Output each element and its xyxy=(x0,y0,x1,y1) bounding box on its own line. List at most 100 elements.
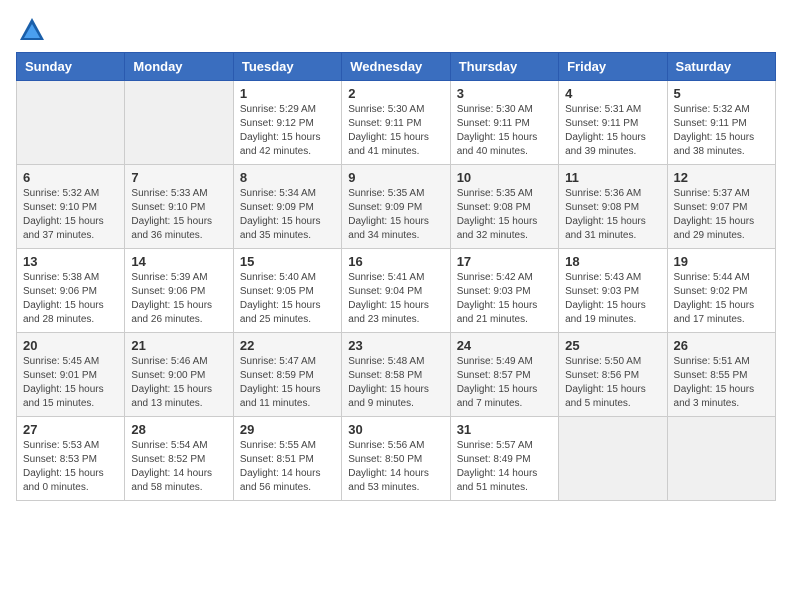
day-number: 31 xyxy=(457,422,552,437)
day-info: Sunrise: 5:33 AM Sunset: 9:10 PM Dayligh… xyxy=(131,187,226,243)
day-number: 17 xyxy=(457,254,552,269)
day-number: 26 xyxy=(674,338,769,353)
day-info: Sunrise: 5:32 AM Sunset: 9:11 PM Dayligh… xyxy=(674,103,769,159)
calendar-cell: 5 Sunrise: 5:32 AM Sunset: 9:11 PM Daylig… xyxy=(667,81,775,165)
day-number: 13 xyxy=(23,254,118,269)
calendar-cell: 31 Sunrise: 5:57 AM Sunset: 8:49 PM Dayli… xyxy=(450,417,558,501)
day-number: 4 xyxy=(565,86,660,101)
calendar-cell: 27Sunrise: 5:53 AM Sunset: 8:53 PM Dayli… xyxy=(17,417,125,501)
day-info: Sunrise: 5:30 AM Sunset: 9:11 PM Dayligh… xyxy=(457,103,552,159)
calendar-cell: 12 Sunrise: 5:37 AM Sunset: 9:07 PM Dayli… xyxy=(667,165,775,249)
day-header-saturday: Saturday xyxy=(667,53,775,81)
day-info: Sunrise: 5:41 AM Sunset: 9:04 PM Dayligh… xyxy=(348,271,443,327)
calendar-cell: 8Sunrise: 5:34 AM Sunset: 9:09 PM Daylig… xyxy=(233,165,341,249)
calendar-cell: 22 Sunrise: 5:47 AM Sunset: 8:59 PM Dayli… xyxy=(233,333,341,417)
calendar-week-2: 6 Sunrise: 5:32 AM Sunset: 9:10 PM Daylig… xyxy=(17,165,776,249)
calendar-cell xyxy=(559,417,667,501)
day-info: Sunrise: 5:40 AM Sunset: 9:05 PM Dayligh… xyxy=(240,271,335,327)
page-header xyxy=(16,16,776,44)
day-number: 24 xyxy=(457,338,552,353)
day-number: 12 xyxy=(674,170,769,185)
calendar-cell xyxy=(667,417,775,501)
day-info: Sunrise: 5:35 AM Sunset: 9:08 PM Dayligh… xyxy=(457,187,552,243)
day-info: Sunrise: 5:30 AM Sunset: 9:11 PM Dayligh… xyxy=(348,103,443,159)
calendar-cell: 28Sunrise: 5:54 AM Sunset: 8:52 PM Dayli… xyxy=(125,417,233,501)
calendar-cell: 4 Sunrise: 5:31 AM Sunset: 9:11 PM Daylig… xyxy=(559,81,667,165)
day-number: 23 xyxy=(348,338,443,353)
day-info: Sunrise: 5:29 AM Sunset: 9:12 PM Dayligh… xyxy=(240,103,335,159)
calendar-cell: 16 Sunrise: 5:41 AM Sunset: 9:04 PM Dayli… xyxy=(342,249,450,333)
day-header-tuesday: Tuesday xyxy=(233,53,341,81)
day-info: Sunrise: 5:57 AM Sunset: 8:49 PM Dayligh… xyxy=(457,439,552,495)
day-info: Sunrise: 5:47 AM Sunset: 8:59 PM Dayligh… xyxy=(240,355,335,411)
day-header-thursday: Thursday xyxy=(450,53,558,81)
day-info: Sunrise: 5:39 AM Sunset: 9:06 PM Dayligh… xyxy=(131,271,226,327)
calendar-header-row: SundayMondayTuesdayWednesdayThursdayFrid… xyxy=(17,53,776,81)
day-number: 1 xyxy=(240,86,335,101)
day-info: Sunrise: 5:37 AM Sunset: 9:07 PM Dayligh… xyxy=(674,187,769,243)
day-number: 2 xyxy=(348,86,443,101)
day-number: 15 xyxy=(240,254,335,269)
calendar-cell: 19 Sunrise: 5:44 AM Sunset: 9:02 PM Dayli… xyxy=(667,249,775,333)
calendar-cell: 18 Sunrise: 5:43 AM Sunset: 9:03 PM Dayli… xyxy=(559,249,667,333)
day-number: 5 xyxy=(674,86,769,101)
day-info: Sunrise: 5:35 AM Sunset: 9:09 PM Dayligh… xyxy=(348,187,443,243)
day-number: 30 xyxy=(348,422,443,437)
day-info: Sunrise: 5:44 AM Sunset: 9:02 PM Dayligh… xyxy=(674,271,769,327)
calendar-cell: 6 Sunrise: 5:32 AM Sunset: 9:10 PM Daylig… xyxy=(17,165,125,249)
day-info: Sunrise: 5:32 AM Sunset: 9:10 PM Dayligh… xyxy=(23,187,118,243)
calendar-week-1: 1 Sunrise: 5:29 AM Sunset: 9:12 PM Daylig… xyxy=(17,81,776,165)
day-info: Sunrise: 5:43 AM Sunset: 9:03 PM Dayligh… xyxy=(565,271,660,327)
day-number: 16 xyxy=(348,254,443,269)
calendar-cell: 15 Sunrise: 5:40 AM Sunset: 9:05 PM Dayli… xyxy=(233,249,341,333)
calendar-cell: 3 Sunrise: 5:30 AM Sunset: 9:11 PM Daylig… xyxy=(450,81,558,165)
calendar-cell xyxy=(125,81,233,165)
calendar-cell: 14 Sunrise: 5:39 AM Sunset: 9:06 PM Dayli… xyxy=(125,249,233,333)
day-number: 10 xyxy=(457,170,552,185)
calendar-cell: 1 Sunrise: 5:29 AM Sunset: 9:12 PM Daylig… xyxy=(233,81,341,165)
calendar-cell: 17 Sunrise: 5:42 AM Sunset: 9:03 PM Dayli… xyxy=(450,249,558,333)
day-number: 14 xyxy=(131,254,226,269)
day-info: Sunrise: 5:42 AM Sunset: 9:03 PM Dayligh… xyxy=(457,271,552,327)
calendar-cell: 2 Sunrise: 5:30 AM Sunset: 9:11 PM Daylig… xyxy=(342,81,450,165)
day-number: 18 xyxy=(565,254,660,269)
day-info: Sunrise: 5:53 AM Sunset: 8:53 PM Dayligh… xyxy=(23,439,118,495)
logo-icon xyxy=(18,16,46,44)
day-info: Sunrise: 5:50 AM Sunset: 8:56 PM Dayligh… xyxy=(565,355,660,411)
calendar-week-4: 20Sunrise: 5:45 AM Sunset: 9:01 PM Dayli… xyxy=(17,333,776,417)
day-info: Sunrise: 5:46 AM Sunset: 9:00 PM Dayligh… xyxy=(131,355,226,411)
day-number: 20 xyxy=(23,338,118,353)
day-info: Sunrise: 5:38 AM Sunset: 9:06 PM Dayligh… xyxy=(23,271,118,327)
day-info: Sunrise: 5:51 AM Sunset: 8:55 PM Dayligh… xyxy=(674,355,769,411)
day-number: 25 xyxy=(565,338,660,353)
day-info: Sunrise: 5:55 AM Sunset: 8:51 PM Dayligh… xyxy=(240,439,335,495)
day-number: 7 xyxy=(131,170,226,185)
day-number: 3 xyxy=(457,86,552,101)
day-info: Sunrise: 5:48 AM Sunset: 8:58 PM Dayligh… xyxy=(348,355,443,411)
day-number: 11 xyxy=(565,170,660,185)
day-number: 6 xyxy=(23,170,118,185)
logo xyxy=(16,16,46,44)
day-info: Sunrise: 5:56 AM Sunset: 8:50 PM Dayligh… xyxy=(348,439,443,495)
day-info: Sunrise: 5:54 AM Sunset: 8:52 PM Dayligh… xyxy=(131,439,226,495)
calendar-cell: 30 Sunrise: 5:56 AM Sunset: 8:50 PM Dayli… xyxy=(342,417,450,501)
calendar-cell: 7 Sunrise: 5:33 AM Sunset: 9:10 PM Daylig… xyxy=(125,165,233,249)
day-header-wednesday: Wednesday xyxy=(342,53,450,81)
day-info: Sunrise: 5:36 AM Sunset: 9:08 PM Dayligh… xyxy=(565,187,660,243)
calendar-table: SundayMondayTuesdayWednesdayThursdayFrid… xyxy=(16,52,776,501)
day-number: 19 xyxy=(674,254,769,269)
day-info: Sunrise: 5:31 AM Sunset: 9:11 PM Dayligh… xyxy=(565,103,660,159)
day-number: 21 xyxy=(131,338,226,353)
calendar-cell: 11 Sunrise: 5:36 AM Sunset: 9:08 PM Dayli… xyxy=(559,165,667,249)
day-header-sunday: Sunday xyxy=(17,53,125,81)
calendar-cell xyxy=(17,81,125,165)
day-header-monday: Monday xyxy=(125,53,233,81)
calendar-cell: 26 Sunrise: 5:51 AM Sunset: 8:55 PM Dayli… xyxy=(667,333,775,417)
calendar-cell: 13 Sunrise: 5:38 AM Sunset: 9:06 PM Dayli… xyxy=(17,249,125,333)
day-number: 22 xyxy=(240,338,335,353)
day-header-friday: Friday xyxy=(559,53,667,81)
calendar-cell: 21 Sunrise: 5:46 AM Sunset: 9:00 PM Dayli… xyxy=(125,333,233,417)
calendar-cell: 23 Sunrise: 5:48 AM Sunset: 8:58 PM Dayli… xyxy=(342,333,450,417)
calendar-cell: 24Sunrise: 5:49 AM Sunset: 8:57 PM Dayli… xyxy=(450,333,558,417)
day-info: Sunrise: 5:34 AM Sunset: 9:09 PM Dayligh… xyxy=(240,187,335,243)
